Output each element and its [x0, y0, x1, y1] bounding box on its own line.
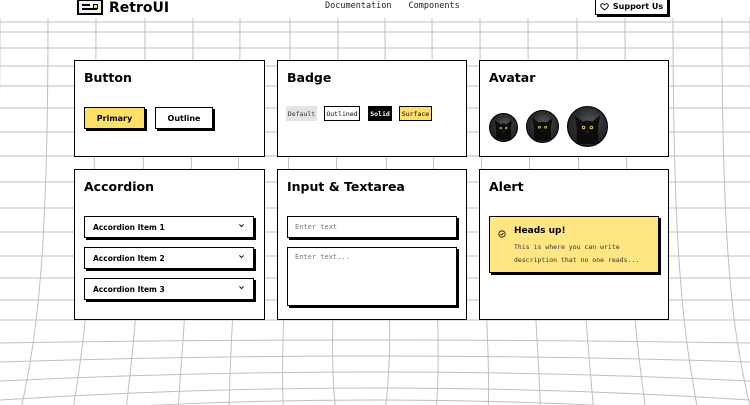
- alert-card: Alert Heads up! This is where you can wr…: [479, 169, 669, 320]
- chevron-down-icon: [239, 285, 244, 289]
- cat-photo: [532, 117, 553, 141]
- window-icon: [77, 0, 103, 15]
- avatar-small: [489, 113, 518, 142]
- logo[interactable]: RetroUI: [77, 0, 169, 16]
- avatar-medium: [526, 110, 559, 143]
- text-input[interactable]: [287, 216, 457, 238]
- chevron-down-icon: [239, 254, 244, 258]
- button-card-title: Button: [84, 70, 132, 85]
- badge-card: Badge Default Outlined Solid Surface: [277, 60, 467, 157]
- textarea-input[interactable]: [287, 247, 457, 306]
- badge-card-title: Badge: [287, 70, 332, 85]
- avatar-card: Avatar: [479, 60, 669, 157]
- alert-description: This is where you can write description …: [514, 243, 640, 264]
- button-card: Button Primary Outline: [74, 60, 265, 157]
- support-us-button[interactable]: Support Us: [595, 0, 668, 15]
- top-header: RetroUI Documentation Components Support…: [0, 0, 750, 18]
- badge-default: Default: [286, 106, 317, 121]
- badge-solid: Solid: [368, 106, 392, 121]
- avatar-card-title: Avatar: [489, 70, 536, 85]
- cat-photo: [494, 120, 513, 140]
- accordion-card: Accordion Accordion Item 1 Accordion Ite…: [74, 169, 265, 320]
- badge-outlined: Outlined: [324, 106, 360, 121]
- input-card-title: Input & Textarea: [287, 179, 405, 194]
- alert-heading: Heads up!: [514, 226, 566, 236]
- primary-button[interactable]: Primary: [84, 107, 145, 129]
- app-name: RetroUI: [109, 0, 170, 16]
- alert-box: Heads up! This is where you can write de…: [489, 216, 659, 273]
- nav-components[interactable]: Components: [409, 1, 460, 12]
- accordion-card-title: Accordion: [84, 179, 154, 194]
- input-textarea-card: Input & Textarea: [277, 169, 467, 320]
- accordion-item-2[interactable]: Accordion Item 2: [84, 247, 254, 269]
- circle-check-icon: [498, 230, 506, 238]
- avatar-large: [567, 106, 608, 147]
- alert-card-title: Alert: [489, 179, 524, 194]
- outline-button[interactable]: Outline: [155, 107, 213, 129]
- heart-icon: [600, 3, 609, 11]
- accordion-item-3[interactable]: Accordion Item 3: [84, 278, 254, 300]
- nav-documentation[interactable]: Documentation: [325, 1, 392, 12]
- support-us-label: Support Us: [612, 2, 664, 11]
- badge-surface: Surface: [399, 106, 432, 121]
- accordion-item-1[interactable]: Accordion Item 1: [84, 216, 254, 238]
- accordion-item-label: Accordion Item 1: [93, 222, 165, 232]
- top-nav: Documentation Components: [325, 1, 460, 12]
- chevron-down-icon: [239, 223, 244, 227]
- accordion-item-label: Accordion Item 3: [93, 284, 165, 294]
- accordion-item-label: Accordion Item 2: [93, 253, 165, 263]
- cat-photo: [574, 115, 601, 145]
